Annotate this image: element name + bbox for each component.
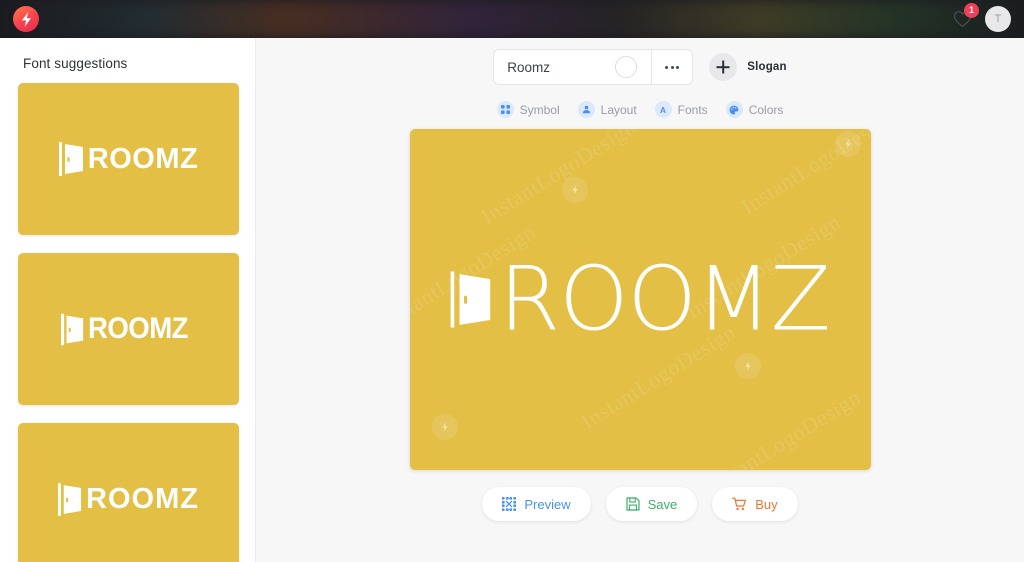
open-door-icon [450, 271, 491, 328]
suggestion-word: ROOMZ [87, 312, 189, 345]
color-swatch[interactable] [615, 56, 638, 78]
list-item[interactable]: ROOMZ [18, 83, 239, 235]
plus-icon [709, 53, 738, 81]
save-button[interactable]: Save [605, 487, 698, 521]
watermark-badge [431, 414, 458, 440]
watermark-badge [734, 353, 761, 379]
name-row: Slogan [256, 38, 1024, 85]
floppy-disk-icon [625, 497, 640, 511]
tab-fonts[interactable]: A Fonts [654, 101, 708, 118]
editor-main: Slogan Symbol [256, 38, 1024, 562]
tab-layout-label: Layout [600, 102, 637, 117]
avatar[interactable]: T [985, 6, 1011, 32]
font-suggestions-sidebar: Font suggestions ROOMZ ROOMZ ROOMZ [0, 38, 256, 562]
watermark-text: InstantLogoDesign [701, 384, 865, 470]
suggestion-word: ROOMZ [87, 142, 199, 175]
tab-layout[interactable]: Layout [577, 101, 637, 118]
buy-button[interactable]: Buy [712, 487, 798, 521]
dot-icon [665, 65, 669, 69]
preview-label: Preview [524, 496, 571, 512]
favorites-button[interactable]: 1 [949, 3, 979, 32]
top-bar: 1 T [0, 0, 1024, 38]
open-door-icon [58, 142, 83, 176]
palette-icon [725, 101, 743, 118]
save-label: Save [647, 496, 678, 512]
shopping-cart-icon [732, 497, 747, 511]
font-suggestion-list: ROOMZ ROOMZ ROOMZ [0, 83, 255, 562]
open-door-icon [58, 482, 82, 516]
logo-canvas[interactable]: InstantLogoDesign InstantLogoDesign Inst… [409, 129, 871, 470]
tab-symbol[interactable]: Symbol [496, 101, 560, 118]
expand-icon [502, 497, 517, 511]
tab-colors[interactable]: Colors [725, 101, 784, 118]
watermark-text: InstantLogoDesign [476, 129, 640, 230]
watermark-text: InstantLogoDesign [736, 129, 871, 220]
logo-text: ROOMZ [499, 247, 831, 351]
svg-text:A: A [660, 105, 666, 115]
favorites-badge: 1 [964, 3, 979, 18]
search-input[interactable] [507, 59, 616, 75]
editor-tabs: Symbol Layout A Fonts Colors [256, 101, 1024, 118]
watermark-badge [834, 131, 861, 157]
watermark-badge [561, 177, 588, 203]
buy-label: Buy [755, 496, 778, 512]
company-name-field[interactable] [493, 49, 652, 85]
action-buttons: Preview Save Buy [256, 487, 1024, 521]
letter-a-icon: A [654, 101, 672, 118]
add-slogan-button[interactable]: Slogan [709, 53, 787, 81]
tab-symbol-label: Symbol [519, 102, 560, 117]
lightning-bolt-logo[interactable] [13, 6, 39, 32]
dot-icon [676, 65, 680, 69]
person-icon [577, 101, 595, 118]
dot-icon [670, 65, 674, 69]
grid-icon [496, 101, 514, 118]
logo-mark: ROOMZ [450, 247, 831, 351]
open-door-icon [60, 313, 83, 345]
list-item[interactable]: ROOMZ [18, 423, 239, 562]
list-item[interactable]: ROOMZ [18, 253, 239, 405]
tab-fonts-label: Fonts [677, 102, 708, 117]
page-title: Font suggestions [23, 56, 128, 71]
more-options-button[interactable] [651, 49, 694, 85]
add-slogan-label: Slogan [747, 61, 787, 73]
suggestion-word: ROOMZ [86, 482, 199, 515]
tab-colors-label: Colors [748, 102, 784, 117]
preview-button[interactable]: Preview [482, 487, 591, 521]
